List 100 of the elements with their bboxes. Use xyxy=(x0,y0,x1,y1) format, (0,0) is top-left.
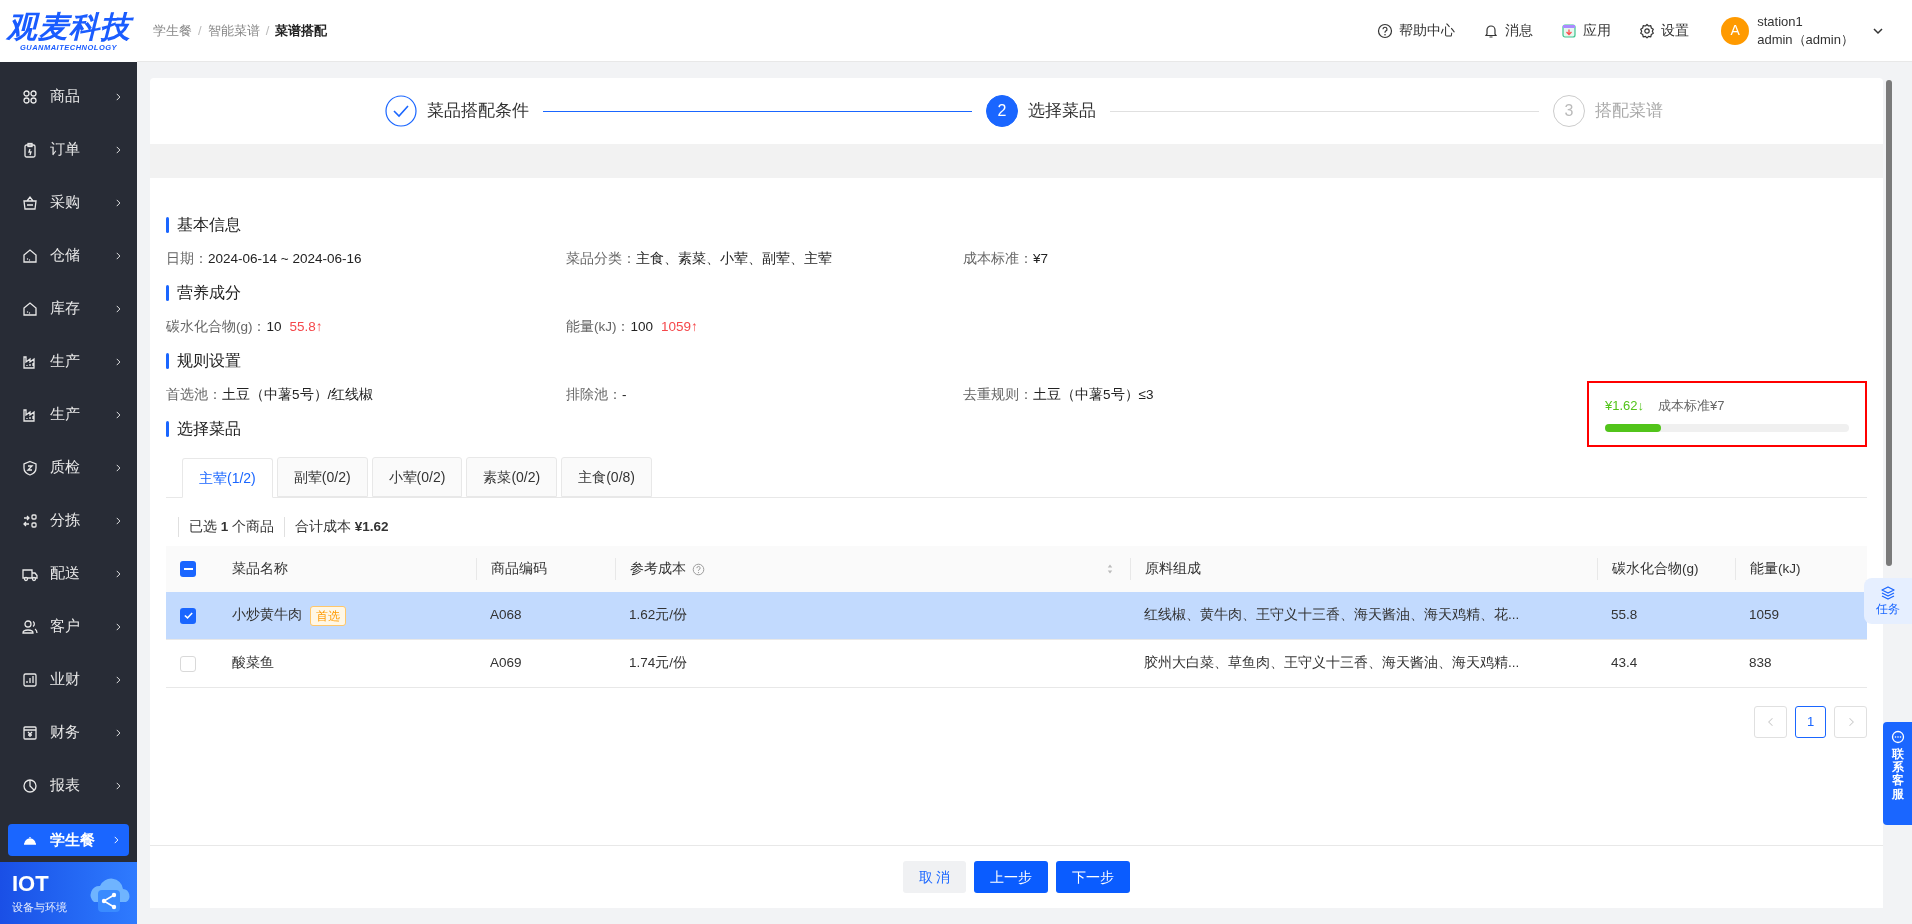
sidebar-item[interactable]: 业财 xyxy=(0,653,137,706)
step-number: 2 xyxy=(986,95,1018,127)
header-link[interactable]: 设置 xyxy=(1639,20,1690,41)
scrollbar[interactable] xyxy=(1886,80,1892,566)
header-link[interactable]: 帮助中心 xyxy=(1377,20,1456,41)
tab[interactable]: 主荤(1/2) xyxy=(182,458,273,498)
cancel-button[interactable]: 取 消 xyxy=(902,861,967,893)
sidebar-item[interactable]: 分拣 xyxy=(0,494,137,547)
cost-value: ¥1.62↓ xyxy=(1605,397,1645,416)
primary-button[interactable]: 上一步 xyxy=(974,861,1049,893)
field-label: 菜品分类： xyxy=(566,249,636,268)
layers-icon xyxy=(1880,585,1896,601)
task-button[interactable]: 任务 xyxy=(1864,578,1912,624)
cost-standard: 成本标准¥7 xyxy=(1658,397,1725,416)
banner-title: IOT xyxy=(12,872,49,896)
header-link[interactable]: 应用 xyxy=(1561,20,1612,41)
section-title: 规则设置 xyxy=(177,351,241,371)
field-label: 能量(kJ)： xyxy=(566,317,631,336)
field-label: 日期： xyxy=(166,249,208,268)
field-value: 主食、素菜、小荤、副荤、主荤 xyxy=(636,249,832,268)
chevron-right-icon xyxy=(113,674,123,685)
table-cell: 838 xyxy=(1749,655,1772,671)
sidebar-item[interactable]: 生产 xyxy=(0,388,137,441)
column-header: 能量(kJ) xyxy=(1750,559,1801,578)
column-header: 原料组成 xyxy=(1145,559,1201,578)
house-icon xyxy=(22,247,38,264)
sidebar-item[interactable]: 配送 xyxy=(0,547,137,600)
pie-chart-icon xyxy=(22,777,38,794)
field-label: 成本标准： xyxy=(963,249,1033,268)
table-row[interactable]: 小炒黄牛肉 首选 A068 1.62元/份 红线椒、黄牛肉、王守义十三香、海天酱油、海天鸡精、花... 55.8 1059 xyxy=(166,592,1867,640)
table-cell: 1.74元/份 xyxy=(629,655,688,671)
column-header: 参考成本 xyxy=(630,559,686,578)
download-box-icon xyxy=(1561,22,1578,39)
next-page-button[interactable] xyxy=(1834,706,1867,738)
iot-banner[interactable]: IOT 设备与环境 xyxy=(0,862,137,924)
field-value: ¥7 xyxy=(1033,249,1049,268)
factory-icon xyxy=(22,353,38,370)
sidebar-item[interactable]: 财务 xyxy=(0,706,137,759)
chevron-right-icon xyxy=(113,780,123,791)
page-button[interactable]: 1 xyxy=(1795,706,1826,738)
field-value: 10 xyxy=(266,317,282,336)
factory-icon xyxy=(22,406,38,423)
section-title: 选择菜品 xyxy=(177,419,241,439)
breadcrumb-link[interactable]: 智能菜谱 xyxy=(207,20,260,41)
checkbox[interactable] xyxy=(180,655,196,672)
table-cell: 55.8 xyxy=(1611,607,1638,623)
tab[interactable]: 素菜(0/2) xyxy=(466,457,558,497)
field-value: 土豆（中薯5号）≤3 xyxy=(1033,385,1154,404)
tab[interactable]: 小荤(0/2) xyxy=(371,457,463,497)
step-label: 搭配菜谱 xyxy=(1595,100,1663,123)
checkbox[interactable] xyxy=(180,561,196,577)
sidebar-item[interactable]: 质检 xyxy=(0,441,137,494)
section-title: 基本信息 xyxy=(177,215,241,235)
sidebar-item[interactable]: 报表 xyxy=(0,759,137,812)
grid-icon xyxy=(22,88,38,105)
sidebar-item[interactable]: 生产 xyxy=(0,335,137,388)
chevron-right-icon xyxy=(113,462,123,473)
checkbox[interactable] xyxy=(180,607,196,624)
sidebar-item[interactable]: 学生餐 xyxy=(8,824,129,856)
user-name: station1 xyxy=(1757,12,1804,31)
previous-page-button[interactable] xyxy=(1754,706,1787,738)
chevron-right-icon xyxy=(113,250,123,261)
table-cell: 1059 xyxy=(1749,607,1780,623)
field-label: 去重规则： xyxy=(963,385,1033,404)
table-cell-text: 酸菜鱼 xyxy=(232,654,274,673)
step-label: 选择菜品 xyxy=(1028,100,1096,123)
chevron-right-icon xyxy=(113,621,123,632)
house-icon xyxy=(22,300,38,317)
column-header: 菜品名称 xyxy=(232,559,288,578)
clipboard-icon xyxy=(22,141,38,158)
field-label: 碳水化合物(g)： xyxy=(166,317,267,336)
chevron-right-icon xyxy=(111,835,121,845)
table-cell: 红线椒、黄牛肉、王守义十三香、海天酱油、海天鸡精、花... xyxy=(1144,607,1520,623)
total-cost: 合计成本 ¥1.62 xyxy=(284,516,389,538)
table-cell: 胶州大白菜、草鱼肉、王守义十三香、海天酱油、海天鸡精... xyxy=(1144,655,1520,671)
sidebar-item[interactable]: 采购 xyxy=(0,176,137,229)
chevron-right-icon xyxy=(113,91,123,102)
bell-icon xyxy=(1483,22,1500,39)
header-link[interactable]: 消息 xyxy=(1483,20,1534,41)
chevron-right-icon xyxy=(113,515,123,526)
safe-icon xyxy=(22,724,38,741)
tab[interactable]: 副荤(0/2) xyxy=(276,457,368,497)
sidebar-item[interactable]: 商品 xyxy=(0,70,137,123)
basket-icon xyxy=(22,194,38,211)
primary-button[interactable]: 下一步 xyxy=(1056,861,1131,893)
table-cell: 43.4 xyxy=(1611,655,1638,671)
sidebar-item[interactable]: 客户 xyxy=(0,600,137,653)
sidebar-item[interactable]: 订单 xyxy=(0,123,137,176)
sidebar-item[interactable]: 仓储 xyxy=(0,229,137,282)
tab[interactable]: 主食(0/8) xyxy=(561,457,652,497)
chevron-right-icon xyxy=(113,144,123,155)
support-button[interactable]: 联系客服 xyxy=(1883,722,1912,825)
preferred-tag: 首选 xyxy=(310,605,346,626)
sidebar-item[interactable]: 库存 xyxy=(0,282,137,335)
exceeded-value: 55.8↑ xyxy=(289,317,323,336)
help-icon xyxy=(692,562,705,576)
chat-icon xyxy=(1890,730,1905,744)
help-icon xyxy=(1377,22,1394,39)
breadcrumb-link[interactable]: 学生餐 xyxy=(153,20,192,41)
user-role: admin（admin） xyxy=(1757,30,1854,49)
